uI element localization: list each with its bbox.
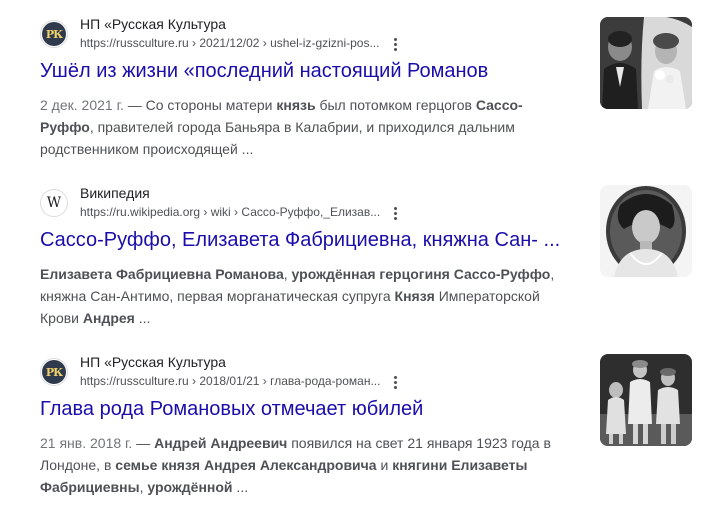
result-source[interactable]: РК НП «Русская Культура https://russcult… bbox=[40, 16, 600, 56]
more-options-icon[interactable] bbox=[389, 374, 401, 390]
portrait-photo-image bbox=[600, 185, 692, 277]
rk-logo-icon: РК bbox=[40, 20, 68, 48]
site-name: НП «Русская Культура bbox=[80, 354, 226, 370]
url-host: https://ru.wikipedia.org bbox=[80, 205, 201, 219]
more-options-icon[interactable] bbox=[389, 205, 401, 221]
result-snippet: 21 янв. 2018 г. — Андрей Андреевич появи… bbox=[40, 432, 570, 498]
url-path: › wiki › Сассо-Руффо,_Елизав... bbox=[200, 205, 381, 219]
url-host: https://russculture.ru bbox=[80, 36, 189, 50]
favicon-text: РК bbox=[42, 360, 66, 384]
url-host: https://russculture.ru bbox=[80, 374, 189, 388]
children-photo-thumbnail[interactable] bbox=[600, 354, 692, 446]
site-name: Википедия bbox=[80, 185, 150, 201]
result-title-link[interactable]: Сассо-Руффо, Елизавета Фабрициевна, княж… bbox=[40, 229, 560, 252]
wedding-photo-image bbox=[600, 17, 692, 109]
url-path: › 2021/12/02 › ushel-iz-gzizni-pos... bbox=[188, 36, 380, 50]
result-date: 2 дек. 2021 г. bbox=[40, 97, 124, 113]
result-title-link[interactable]: Глава рода Романовых отмечает юбилей bbox=[40, 398, 423, 421]
result-title-link[interactable]: Ушёл из жизни «последний настоящий Роман… bbox=[40, 60, 488, 83]
portrait-photo-thumbnail[interactable] bbox=[600, 185, 692, 277]
result-source[interactable]: W Википедия https://ru.wikipedia.org › w… bbox=[40, 185, 600, 225]
site-url: https://ru.wikipedia.org › wiki › Сассо-… bbox=[80, 205, 380, 219]
favicon-text: W bbox=[46, 195, 62, 211]
result-source[interactable]: РК НП «Русская Культура https://russcult… bbox=[40, 354, 600, 394]
rk-logo-icon: РК bbox=[40, 358, 68, 386]
wikipedia-icon: W bbox=[40, 189, 68, 217]
children-photo-image bbox=[600, 354, 692, 446]
more-options-icon[interactable] bbox=[389, 36, 401, 52]
url-path: › 2018/01/21 › глава-рода-роман... bbox=[188, 374, 381, 388]
site-url: https://russculture.ru › 2021/12/02 › us… bbox=[80, 36, 379, 50]
site-name: НП «Русская Культура bbox=[80, 16, 226, 32]
result-snippet: Елизавета Фабрициевна Романова, урождённ… bbox=[40, 263, 570, 329]
site-url: https://russculture.ru › 2018/01/21 › гл… bbox=[80, 374, 380, 388]
favicon-text: РК bbox=[42, 22, 66, 46]
wedding-photo-thumbnail[interactable] bbox=[600, 17, 692, 109]
result-date: 21 янв. 2018 г. bbox=[40, 435, 133, 451]
snippet-text: Елизавета Фабрициевна Романова, урождённ… bbox=[40, 266, 555, 326]
result-snippet: 2 дек. 2021 г. — Со стороны матери князь… bbox=[40, 94, 570, 160]
